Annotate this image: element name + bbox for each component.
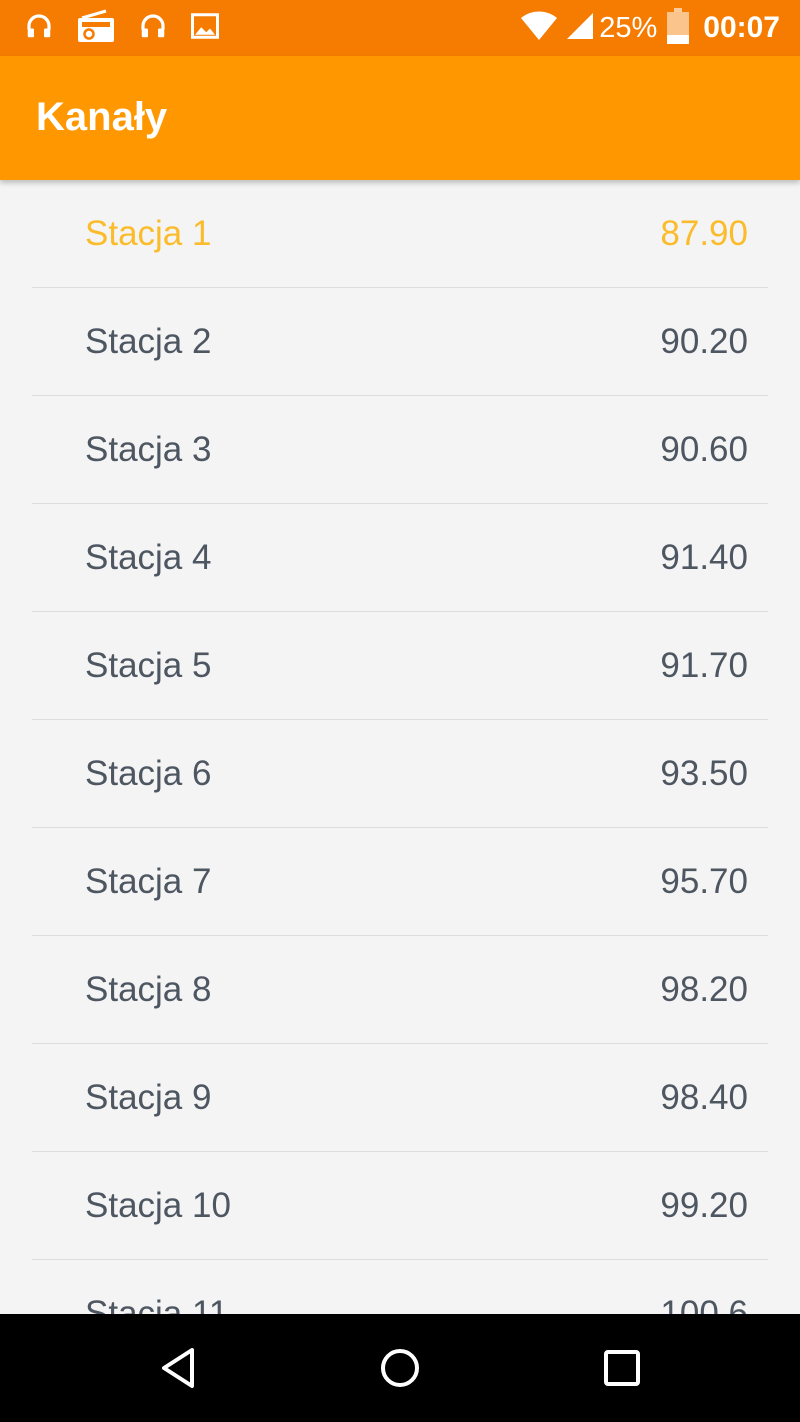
channel-row[interactable]: Stacja 3 90.60 bbox=[0, 396, 800, 504]
headphones-icon bbox=[24, 11, 54, 46]
system-icons: 25% 00:07 bbox=[519, 7, 780, 49]
notification-icons bbox=[24, 9, 220, 48]
channel-row[interactable]: Stacja 9 98.40 bbox=[0, 1044, 800, 1152]
radio-icon bbox=[76, 9, 116, 48]
channel-name: Stacja 3 bbox=[85, 430, 212, 469]
page-title: Kanały bbox=[36, 94, 168, 139]
channel-frequency: 87.90 bbox=[660, 214, 748, 253]
channel-row[interactable]: Stacja 4 91.40 bbox=[0, 504, 800, 612]
channel-frequency: 99.20 bbox=[660, 1186, 748, 1225]
signal-icon bbox=[565, 11, 595, 46]
navigation-bar bbox=[0, 1314, 800, 1422]
channel-row[interactable]: Stacja 1 87.90 bbox=[0, 180, 800, 288]
channel-name: Stacja 6 bbox=[85, 754, 212, 793]
channel-row[interactable]: Stacja 2 90.20 bbox=[0, 288, 800, 396]
battery-icon bbox=[667, 7, 690, 49]
channel-name: Stacja 1 bbox=[85, 214, 212, 253]
recents-icon[interactable] bbox=[598, 1344, 646, 1392]
channel-row[interactable]: Stacja 6 93.50 bbox=[0, 720, 800, 828]
channel-row[interactable]: Stacja 8 98.20 bbox=[0, 936, 800, 1044]
channel-frequency: 93.50 bbox=[660, 754, 748, 793]
channel-frequency: 91.40 bbox=[660, 538, 748, 577]
channel-frequency: 95.70 bbox=[660, 862, 748, 901]
status-clock: 00:07 bbox=[703, 11, 780, 44]
image-icon bbox=[190, 11, 220, 46]
headphones-icon bbox=[138, 11, 168, 46]
channel-name: Stacja 5 bbox=[85, 646, 212, 685]
channel-frequency: 98.40 bbox=[660, 1078, 748, 1117]
channel-frequency: 90.60 bbox=[660, 430, 748, 469]
back-icon[interactable] bbox=[154, 1344, 202, 1392]
channel-row[interactable]: Stacja 10 99.20 bbox=[0, 1152, 800, 1260]
channel-row[interactable]: Stacja 7 95.70 bbox=[0, 828, 800, 936]
status-bar: 25% 00:07 bbox=[0, 0, 800, 56]
channel-name: Stacja 9 bbox=[85, 1078, 212, 1117]
channel-name: Stacja 11 bbox=[85, 1294, 229, 1314]
channel-name: Stacja 10 bbox=[85, 1186, 231, 1225]
channel-frequency: 90.20 bbox=[660, 322, 748, 361]
wifi-icon bbox=[519, 10, 559, 47]
home-icon[interactable] bbox=[376, 1344, 424, 1392]
channel-frequency: 98.20 bbox=[660, 970, 748, 1009]
channel-list[interactable]: Stacja 1 87.90 Stacja 2 90.20 Stacja 3 9… bbox=[0, 180, 800, 1314]
channel-name: Stacja 8 bbox=[85, 970, 212, 1009]
channel-frequency: 100.6 bbox=[660, 1294, 748, 1314]
channel-frequency: 91.70 bbox=[660, 646, 748, 685]
app-bar: Kanały bbox=[0, 56, 800, 180]
channel-name: Stacja 7 bbox=[85, 862, 212, 901]
channel-name: Stacja 4 bbox=[85, 538, 212, 577]
battery-percent: 25% bbox=[599, 11, 658, 44]
channel-row[interactable]: Stacja 11 100.6 bbox=[0, 1260, 800, 1314]
channel-row[interactable]: Stacja 5 91.70 bbox=[0, 612, 800, 720]
channel-name: Stacja 2 bbox=[85, 322, 212, 361]
